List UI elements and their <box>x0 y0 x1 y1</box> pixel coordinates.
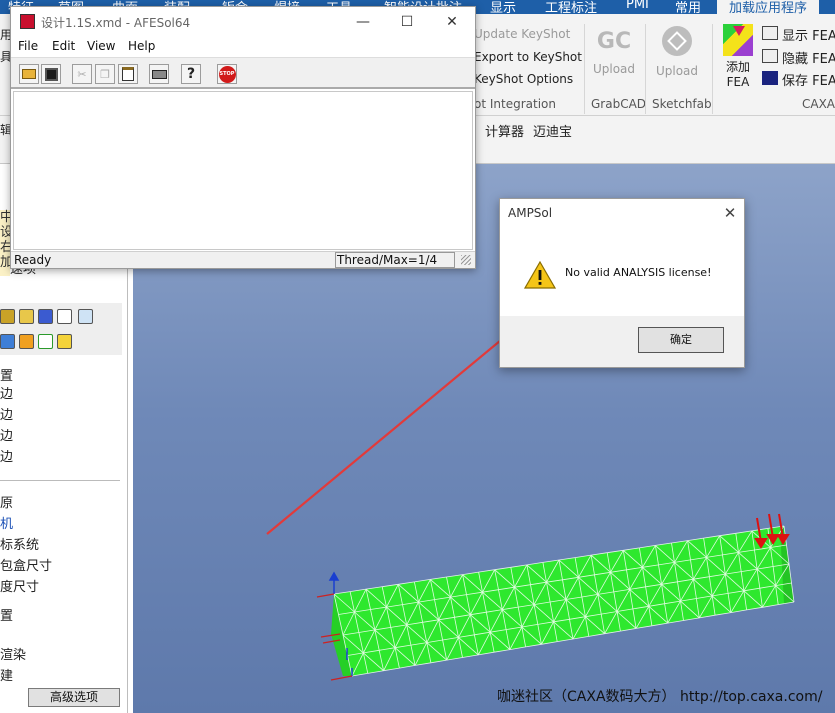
keyshot-options-button[interactable]: KeyShot Options <box>474 72 573 86</box>
tree-item[interactable]: 建 <box>0 665 13 684</box>
status-bar: Ready Thread/Max=1/4 <box>11 251 475 268</box>
dialog-footer: 确定 <box>500 316 744 367</box>
afesol-titlebar[interactable]: 设计1.1S.xmd - AFESol64 — ☐ ✕ <box>11 7 475 37</box>
calculator-button[interactable]: 计算器 <box>485 121 524 140</box>
dialog-close-button[interactable]: ✕ <box>718 202 742 224</box>
tree-item[interactable]: 边 <box>0 446 13 465</box>
render-icon[interactable] <box>0 309 15 324</box>
maximize-button[interactable]: ☐ <box>392 11 422 33</box>
chart-icon[interactable] <box>0 334 15 349</box>
add-fea-icon <box>723 24 753 56</box>
tab-pmi[interactable]: PMI <box>626 0 649 12</box>
menu-file[interactable]: File <box>18 39 38 53</box>
show-fea-button[interactable]: 显示 FEA <box>782 25 835 44</box>
menu-view[interactable]: View <box>87 39 115 53</box>
axis-icon[interactable] <box>38 334 53 349</box>
edit-icon[interactable] <box>57 309 72 324</box>
menubar: File Edit View Help <box>11 37 475 57</box>
status-text: Ready <box>14 253 52 267</box>
afesol-output-area[interactable] <box>13 91 473 250</box>
copy-icon[interactable]: ❐ <box>95 64 115 84</box>
tool-icon[interactable] <box>19 309 34 324</box>
sketchfab-upload-button[interactable]: Upload <box>654 26 700 78</box>
tree-item[interactable]: 度尺寸 <box>0 576 39 595</box>
save-fea-icon <box>762 71 778 85</box>
beam-front-face <box>334 526 794 676</box>
tree-item[interactable]: 置 <box>0 365 13 384</box>
parts-icon[interactable] <box>19 334 34 349</box>
help-icon[interactable]: ? <box>181 64 201 84</box>
hide-fea-icon <box>762 49 778 63</box>
caxa-group-label: CAXA <box>802 97 835 111</box>
cut-icon[interactable]: ✂ <box>72 64 92 84</box>
add-fea-label-2: FEA <box>726 75 750 89</box>
advanced-options-button[interactable]: 高级选项 <box>28 688 120 707</box>
tip-text: 中 <box>0 210 14 225</box>
tree-item[interactable]: 原 <box>0 492 13 511</box>
tip-text: 加 <box>0 255 14 270</box>
tree-item[interactable]: 机 <box>0 513 13 532</box>
show-fea-icon <box>762 26 778 40</box>
tree-item[interactable]: 标系统 <box>0 534 39 553</box>
tree-item[interactable]: 包盒尺寸 <box>0 555 52 574</box>
tree-item[interactable]: 边 <box>0 425 13 444</box>
watermark-text: 咖迷社区（CAXA数码大方） http://top.caxa.com/ <box>497 689 823 705</box>
grabcad-upload-button[interactable]: GC Upload <box>592 28 636 76</box>
menu-edit[interactable]: Edit <box>52 39 75 53</box>
tree-item[interactable]: 边 <box>0 404 13 423</box>
box-icon[interactable] <box>57 334 72 349</box>
print-icon[interactable] <box>149 64 169 84</box>
afesol-app-icon <box>20 14 35 29</box>
grabcad-group-label: GrabCAD <box>591 97 647 111</box>
dialog-message: No valid ANALYSIS license! <box>565 266 712 279</box>
ribbon-separator <box>584 24 585 114</box>
menu-help[interactable]: Help <box>128 39 155 53</box>
image-icon[interactable] <box>78 309 93 324</box>
warning-icon <box>524 261 556 289</box>
tip-text: 设 <box>0 225 14 240</box>
panel-toolbar <box>0 303 122 355</box>
sketchfab-upload-label: Upload <box>655 64 699 78</box>
save-icon[interactable] <box>41 64 61 84</box>
dialog-title: AMPSol <box>508 206 553 220</box>
minimize-button[interactable]: — <box>348 11 378 33</box>
stop-label: STOP <box>218 65 236 83</box>
tree-item[interactable]: 边 <box>0 383 13 402</box>
stop-icon[interactable]: STOP <box>217 64 237 84</box>
ok-button[interactable]: 确定 <box>638 327 724 353</box>
open-folder-icon[interactable] <box>19 64 39 84</box>
sketchfab-group-label: Sketchfab <box>652 97 712 111</box>
resize-grip-icon[interactable] <box>461 255 471 265</box>
afesol-window[interactable]: 设计1.1S.xmd - AFESol64 — ☐ ✕ File Edit Vi… <box>10 6 476 269</box>
keyshot-group-label: ot Integration <box>474 97 556 111</box>
sketchfab-icon <box>662 26 692 56</box>
ribbon-separator <box>645 24 646 114</box>
update-keyshot-button[interactable]: Update KeyShot <box>474 27 570 41</box>
tab-addins[interactable]: 加载应用程序 <box>717 0 820 16</box>
save-fea-button[interactable]: 保存 FEA <box>782 70 835 89</box>
ampsol-dialog[interactable]: AMPSol ✕ No valid ANALYSIS license! 确定 <box>499 198 745 368</box>
grabcad-icon: GC <box>596 29 632 54</box>
paste-icon[interactable] <box>118 64 138 84</box>
add-fea-button[interactable]: 添加 FEA <box>720 24 756 89</box>
hide-fea-button[interactable]: 隐藏 FEA <box>782 48 835 67</box>
panel-divider <box>0 480 120 481</box>
thread-status: Thread/Max=1/4 <box>335 252 455 268</box>
window-title: 设计1.1S.xmd - AFESol64 <box>41 16 191 30</box>
shield-icon[interactable] <box>38 309 53 324</box>
add-fea-label-1: 添加 <box>725 60 750 74</box>
tree-item[interactable]: 置 <box>0 605 13 624</box>
close-button[interactable]: ✕ <box>437 11 467 33</box>
tree-item[interactable]: 渲染 <box>0 644 26 663</box>
tip-banner: 中 设 右 加 <box>0 210 14 276</box>
afesol-toolbar: ✂ ❐ ? STOP <box>11 57 475 89</box>
tip-text: 右 <box>0 240 14 255</box>
ribbon-separator <box>712 24 713 114</box>
grabcad-upload-label: Upload <box>592 62 636 76</box>
maidibao-button[interactable]: 迈迪宝 <box>533 121 572 140</box>
export-keyshot-button[interactable]: Export to KeyShot <box>474 50 582 64</box>
